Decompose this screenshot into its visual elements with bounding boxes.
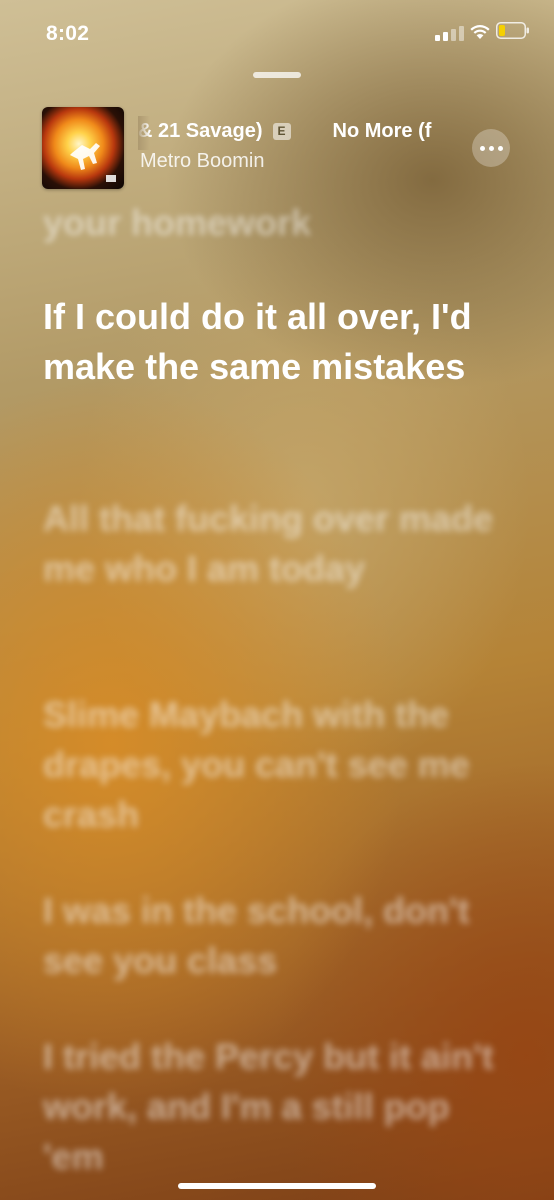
- explicit-badge: E: [272, 123, 291, 140]
- ellipsis-icon: [479, 145, 485, 151]
- now-playing-header: & 21 Savage) E No More (f Metro Boomin: [0, 100, 554, 195]
- lyric-line-current[interactable]: If I could do it all over, I'd make the …: [43, 292, 513, 392]
- song-title-tail: & 21 Savage): [138, 120, 263, 142]
- lyric-line-upcoming[interactable]: Slime Maybach with the drapes, you can't…: [43, 690, 513, 840]
- song-title-marquee[interactable]: & 21 Savage) E No More (f: [138, 120, 438, 148]
- more-options-button[interactable]: [472, 129, 510, 167]
- lyric-line-upcoming[interactable]: I was in the school, don't see you class: [43, 886, 513, 986]
- wifi-icon: [470, 25, 490, 39]
- lyric-line-previous[interactable]: your homework: [43, 198, 311, 248]
- album-art[interactable]: [42, 107, 124, 189]
- sheet-grabber[interactable]: [253, 72, 301, 78]
- artist-name[interactable]: Metro Boomin: [140, 150, 265, 173]
- lyric-line-upcoming[interactable]: All that fucking over made me who I am t…: [43, 494, 513, 594]
- home-indicator[interactable]: [178, 1183, 376, 1189]
- song-title-head: No More (f: [332, 120, 432, 142]
- status-bar: 8:02: [0, 0, 554, 68]
- cellular-signal-icon: [435, 25, 464, 41]
- battery-icon: [496, 22, 529, 39]
- lyric-line-upcoming[interactable]: I tried the Percy but it ain't work, and…: [43, 1032, 513, 1182]
- album-art-figure: [70, 143, 116, 182]
- status-time: 8:02: [46, 22, 90, 45]
